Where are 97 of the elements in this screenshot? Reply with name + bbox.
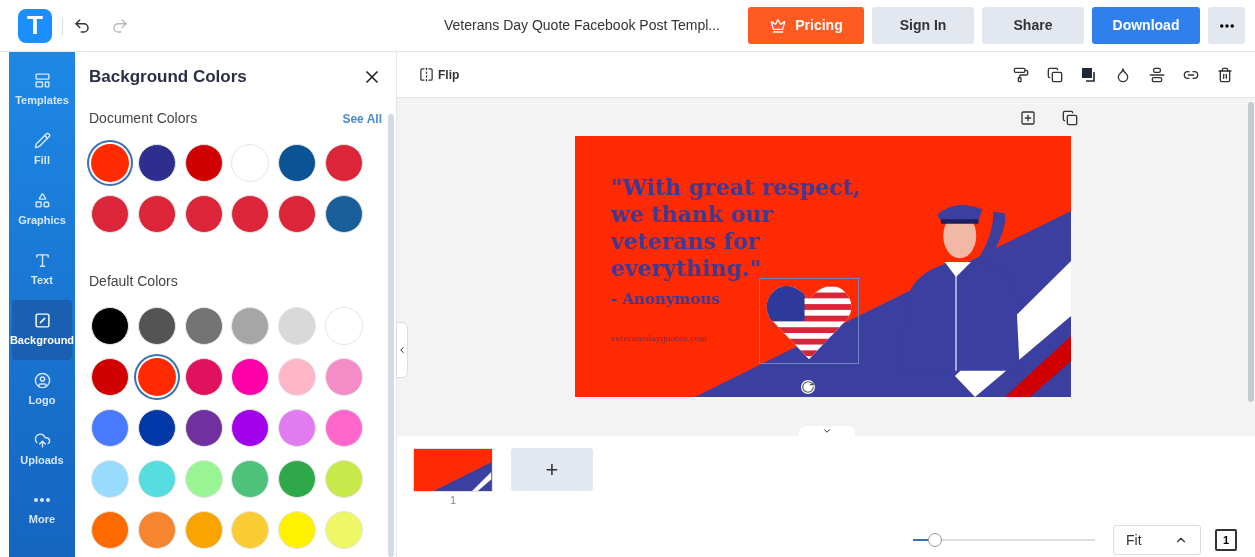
color-swatch[interactable]: [91, 195, 129, 233]
panel-title: Background Colors: [89, 66, 247, 89]
selection-box[interactable]: [759, 278, 859, 364]
page-number: 1: [449, 493, 457, 508]
copy-icon[interactable]: [1047, 66, 1063, 83]
color-swatch[interactable]: [91, 307, 129, 345]
color-swatch[interactable]: [231, 358, 270, 396]
paint-roller-icon[interactable]: [1013, 66, 1029, 83]
text-icon: [33, 251, 51, 269]
sidebar-item[interactable]: Graphics: [12, 180, 72, 240]
color-swatch[interactable]: [231, 460, 270, 498]
sidebar-item[interactable]: Logo: [12, 360, 72, 420]
color-swatch[interactable]: [137, 144, 176, 182]
flip-icon: [419, 67, 434, 82]
color-swatch[interactable]: [91, 460, 129, 498]
color-swatch[interactable]: [231, 409, 270, 447]
color-swatch[interactable]: [137, 409, 176, 447]
color-swatch[interactable]: [325, 144, 364, 182]
sidebar-item[interactable]: Uploads: [12, 420, 72, 480]
author-text[interactable]: - Anonymous: [611, 288, 861, 311]
quote-text[interactable]: "With great respect, we thank our veterans for everything.": [611, 174, 861, 282]
background-icon: [33, 311, 51, 329]
add-page-button[interactable]: +: [511, 448, 593, 491]
scrollbar[interactable]: [388, 114, 394, 557]
color-swatch[interactable]: [325, 511, 364, 549]
zoom-select[interactable]: Fit: [1113, 525, 1201, 555]
color-swatch[interactable]: [184, 144, 223, 182]
color-swatch[interactable]: [91, 409, 129, 447]
templates-icon: [33, 71, 51, 89]
chevron-left-icon: [397, 344, 407, 356]
color-swatch[interactable]: [278, 307, 317, 345]
add-square-icon[interactable]: [1019, 110, 1036, 126]
color-swatch[interactable]: [278, 358, 317, 396]
color-swatch[interactable]: [184, 358, 223, 396]
color-swatch[interactable]: [325, 358, 364, 396]
opacity-icon[interactable]: [1115, 66, 1131, 83]
header-button[interactable]: Download: [1092, 7, 1200, 44]
fill-icon: [33, 131, 51, 149]
align-icon[interactable]: [1149, 66, 1165, 83]
color-swatch[interactable]: [231, 195, 270, 233]
uploads-icon: [33, 431, 51, 449]
color-swatch[interactable]: [231, 511, 270, 549]
sidebar-item[interactable]: Background: [12, 300, 72, 360]
header-button[interactable]: Sign In: [872, 7, 974, 44]
color-swatch[interactable]: [278, 195, 317, 233]
chevron-down-icon: [822, 426, 832, 436]
color-swatch[interactable]: [325, 307, 364, 345]
undo-icon[interactable]: [73, 16, 91, 35]
color-swatch[interactable]: [137, 460, 176, 498]
color-swatch[interactable]: [137, 511, 176, 549]
logo-icon: [33, 371, 51, 389]
color-swatch[interactable]: [137, 358, 176, 396]
more-icon: [34, 498, 50, 503]
color-swatch[interactable]: [137, 307, 176, 345]
color-swatch[interactable]: [184, 409, 223, 447]
sidebar-item[interactable]: Fill: [12, 120, 72, 180]
color-swatch[interactable]: [278, 511, 317, 549]
slider-thumb[interactable]: [927, 533, 942, 547]
color-swatch[interactable]: [184, 195, 223, 233]
see-all-link[interactable]: See All: [342, 109, 382, 128]
page-count-button[interactable]: 1: [1215, 529, 1237, 551]
color-swatch[interactable]: [325, 195, 364, 233]
color-swatch[interactable]: [184, 511, 223, 549]
design-canvas[interactable]: "With great respect, we thank our veterans for everything." - Anonymous veteransdayquotes.com: [575, 136, 1071, 397]
sidebar-item[interactable]: Templates: [12, 60, 72, 120]
pricing-button[interactable]: Pricing: [748, 7, 864, 44]
sidebar-item[interactable]: More: [12, 480, 72, 540]
crown-icon: [769, 17, 788, 34]
section-heading: Document Colors: [89, 109, 198, 128]
color-swatch[interactable]: [91, 511, 129, 549]
app-logo[interactable]: T: [18, 8, 52, 43]
more-options-button[interactable]: [1208, 7, 1245, 44]
color-swatch[interactable]: [184, 460, 223, 498]
website-text[interactable]: veteransdayquotes.com: [611, 332, 861, 345]
flip-button[interactable]: Flip: [419, 65, 460, 84]
color-swatch[interactable]: [91, 358, 129, 396]
color-swatch[interactable]: [91, 144, 129, 182]
duplicate-icon[interactable]: [1061, 110, 1078, 126]
color-swatch[interactable]: [278, 409, 317, 447]
page-thumbnail[interactable]: [413, 448, 493, 492]
color-swatch[interactable]: [231, 307, 270, 345]
header-button[interactable]: Share: [982, 7, 1084, 44]
scrollbar[interactable]: [1248, 102, 1254, 402]
section-heading: Default Colors: [89, 272, 179, 291]
sidebar-item[interactable]: Text: [12, 240, 72, 300]
trash-icon[interactable]: [1217, 66, 1233, 83]
layers-icon[interactable]: [1081, 66, 1097, 83]
color-swatch[interactable]: [137, 195, 176, 233]
color-swatch[interactable]: [278, 144, 317, 182]
color-swatch[interactable]: [231, 144, 270, 182]
color-swatch[interactable]: [184, 307, 223, 345]
color-swatch[interactable]: [278, 460, 317, 498]
more-icon: [1219, 23, 1234, 28]
graphics-icon: [33, 191, 51, 209]
color-swatch[interactable]: [325, 409, 364, 447]
document-title[interactable]: Veterans Day Quote Facebook Post Templ...: [444, 15, 720, 36]
color-swatch[interactable]: [325, 460, 364, 498]
